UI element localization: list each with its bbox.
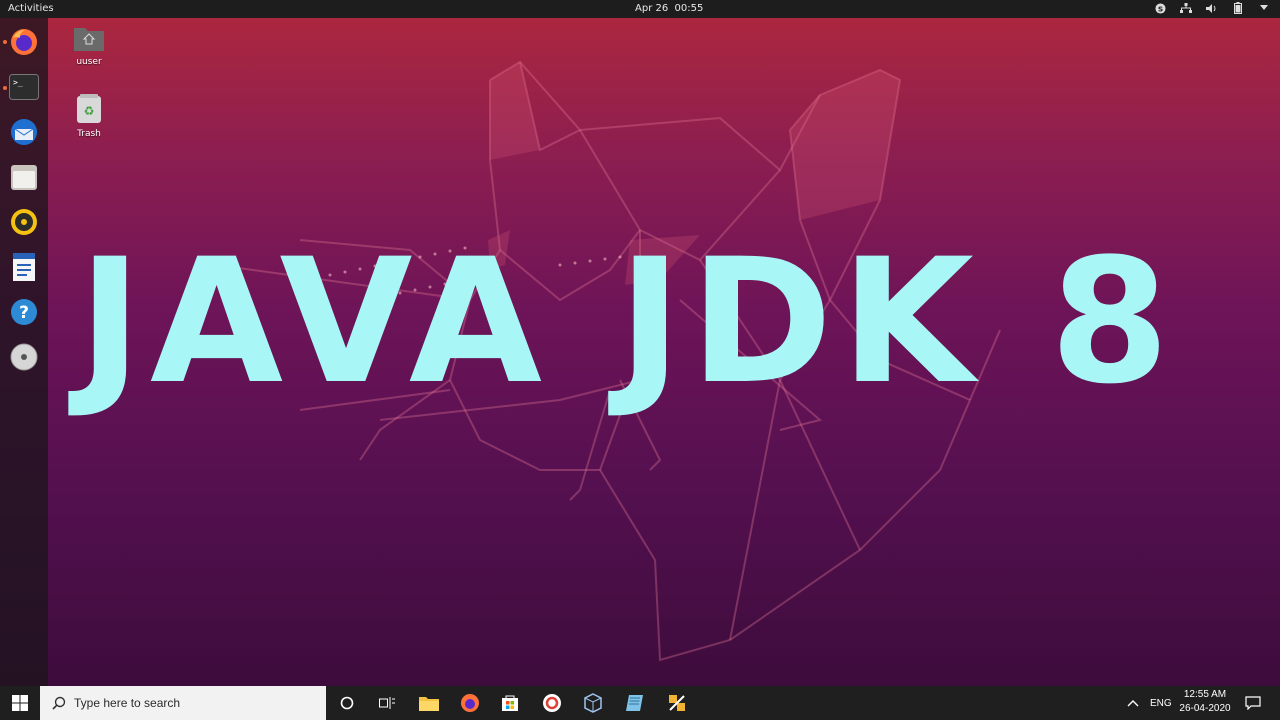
home-folder-icon (74, 28, 104, 51)
running-indicator (3, 40, 7, 44)
firefox-icon[interactable] (8, 26, 40, 58)
menu-arrow-icon[interactable] (1258, 2, 1270, 14)
task-view-icon[interactable] (367, 686, 407, 720)
dvd-icon[interactable] (8, 341, 40, 373)
desktop-icon-label: Trash (77, 129, 101, 139)
activities-button[interactable]: Activities (8, 3, 54, 14)
file-explorer-icon[interactable] (409, 686, 449, 720)
desktop-icon-label: uuser (76, 57, 102, 67)
desktop-icon-trash[interactable]: ♻ Trash (64, 94, 114, 139)
writer-icon[interactable] (8, 251, 40, 283)
help-icon[interactable]: ? (8, 296, 40, 328)
svg-text:?: ? (19, 303, 29, 323)
taskbar-search-box[interactable]: Type here to search (40, 686, 326, 720)
skype-icon[interactable]: S (1154, 2, 1166, 14)
store-icon[interactable] (490, 686, 530, 720)
taskbar-clock[interactable]: 12:55 AM 26-04-2020 (1172, 688, 1238, 716)
terminal-icon[interactable]: >_ (8, 71, 40, 103)
svg-text:S: S (1157, 4, 1162, 13)
action-center-icon[interactable] (1245, 686, 1261, 720)
svg-text:>_: >_ (13, 78, 23, 87)
trash-icon: ♻ (77, 94, 101, 123)
search-icon (52, 696, 66, 710)
language-indicator[interactable]: ENG (1150, 686, 1172, 720)
rhythmbox-icon[interactable] (8, 206, 40, 238)
running-indicator (3, 86, 7, 90)
taskbar-time: 12:55 AM (1183, 689, 1227, 700)
system-tray[interactable]: S (1154, 2, 1270, 14)
cortana-icon[interactable] (327, 686, 367, 720)
start-button[interactable] (0, 686, 40, 720)
chevron-up-icon (1127, 700, 1139, 707)
notepad-icon[interactable] (615, 686, 655, 720)
app-icon[interactable] (532, 686, 572, 720)
tools-icon[interactable] (657, 686, 697, 720)
search-placeholder: Type here to search (74, 696, 181, 710)
top-bar-clock[interactable]: Apr 26 00:55 (635, 3, 703, 14)
files-icon[interactable] (8, 161, 40, 193)
svg-text:♻: ♻ (84, 104, 95, 118)
gnome-top-bar: Activities Apr 26 00:55 S (0, 0, 1280, 18)
volume-icon[interactable] (1206, 2, 1218, 14)
ubuntu-desktop: Activities Apr 26 00:55 S >_ ? uuser ♻ T… (0, 0, 1280, 686)
battery-icon[interactable] (1232, 2, 1244, 14)
virtualbox-icon[interactable] (573, 686, 613, 720)
headline-title: JAVA JDK 8 (78, 221, 1178, 422)
taskbar-date: 26-04-2020 (1179, 703, 1231, 714)
windows-logo-icon (12, 695, 28, 711)
thunderbird-icon[interactable] (8, 116, 40, 148)
network-icon[interactable] (1180, 2, 1192, 14)
windows-taskbar: Type here to search ENG 12:55 AM 26-04-2… (0, 686, 1280, 720)
ubuntu-dock: >_ ? (0, 18, 48, 686)
firefox-icon[interactable] (450, 686, 490, 720)
show-hidden-icons[interactable] (1127, 686, 1139, 720)
desktop-icon-home[interactable]: uuser (64, 24, 114, 67)
